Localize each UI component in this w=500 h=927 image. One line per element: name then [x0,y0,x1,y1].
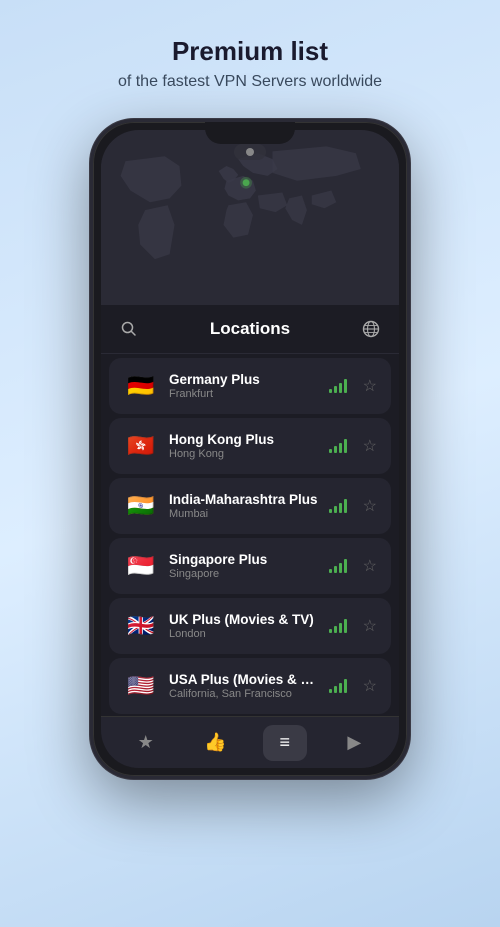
signal-bars [329,559,347,573]
signal-bars [329,679,347,693]
page-title: Premium list [118,36,382,67]
locations-title: Locations [143,319,357,339]
star-icon[interactable]: ☆ [363,556,377,576]
phone-frame: Locations 🇩🇪 Germany Plus Frankfurt [90,119,410,779]
location-name: Hong Kong Plus [169,432,319,447]
star-icon[interactable]: ☆ [363,616,377,636]
location-name: Singapore Plus [169,552,319,567]
star-icon[interactable]: ☆ [363,676,377,696]
location-pill [234,144,266,160]
location-city: Mumbai [169,508,319,520]
location-name: UK Plus (Movies & TV) [169,612,319,627]
location-city: California, San Francisco [169,688,319,700]
thumbsup-nav[interactable]: 👍 [193,725,237,761]
flag-icon: 🇭🇰 [123,428,159,464]
globe-icon[interactable] [357,315,385,343]
star-icon[interactable]: ☆ [363,376,377,396]
location-list: 🇩🇪 Germany Plus Frankfurt ☆ 🇭🇰 Hong Kong… [101,354,399,768]
list-nav[interactable]: ≡ [263,725,307,761]
phone-content: Locations 🇩🇪 Germany Plus Frankfurt [101,130,399,768]
search-icon[interactable] [115,315,143,343]
flag-icon: 🇺🇸 [123,668,159,704]
flag-icon: 🇩🇪 [123,368,159,404]
location-item[interactable]: 🇬🇧 UK Plus (Movies & TV) London ☆ [109,598,391,654]
location-name: Germany Plus [169,372,319,387]
location-text: UK Plus (Movies & TV) London [169,612,319,640]
location-item[interactable]: 🇺🇸 USA Plus (Movies & TV) California, Sa… [109,658,391,714]
location-text: Germany Plus Frankfurt [169,372,319,400]
volume-down-button [90,342,93,397]
search-bar: Locations [101,305,399,354]
location-city: Singapore [169,568,319,580]
location-name: USA Plus (Movies & TV) [169,672,319,687]
pill-dot [246,148,254,156]
map-area [101,130,399,305]
signal-bars [329,439,347,453]
star-icon[interactable]: ☆ [363,436,377,456]
location-city: Frankfurt [169,388,319,400]
bottom-nav: ★ 👍 ≡ ▶ [101,716,399,768]
location-city: Hong Kong [169,448,319,460]
location-name: India-Maharashtra Plus [169,492,319,507]
mute-button [90,232,93,267]
location-text: India-Maharashtra Plus Mumbai [169,492,319,520]
page-header: Premium list of the fastest VPN Servers … [88,0,412,111]
play-nav[interactable]: ▶ [332,725,376,761]
notch [205,122,295,144]
star-icon[interactable]: ☆ [363,496,377,516]
volume-up-button [90,277,93,332]
location-text: Hong Kong Plus Hong Kong [169,432,319,460]
location-city: London [169,628,319,640]
flag-icon: 🇮🇳 [123,488,159,524]
location-item[interactable]: 🇭🇰 Hong Kong Plus Hong Kong ☆ [109,418,391,474]
location-item[interactable]: 🇸🇬 Singapore Plus Singapore ☆ [109,538,391,594]
location-item[interactable]: 🇮🇳 India-Maharashtra Plus Mumbai ☆ [109,478,391,534]
signal-bars [329,499,347,513]
location-item[interactable]: 🇩🇪 Germany Plus Frankfurt ☆ [109,358,391,414]
favorites-nav[interactable]: ★ [124,725,168,761]
flag-icon: 🇬🇧 [123,608,159,644]
phone-mockup: Locations 🇩🇪 Germany Plus Frankfurt [90,119,410,779]
location-text: Singapore Plus Singapore [169,552,319,580]
location-text: USA Plus (Movies & TV) California, San F… [169,672,319,700]
power-button [407,252,410,312]
signal-bars [329,619,347,633]
flag-icon: 🇸🇬 [123,548,159,584]
page-subtitle: of the fastest VPN Servers worldwide [118,73,382,91]
signal-bars [329,379,347,393]
